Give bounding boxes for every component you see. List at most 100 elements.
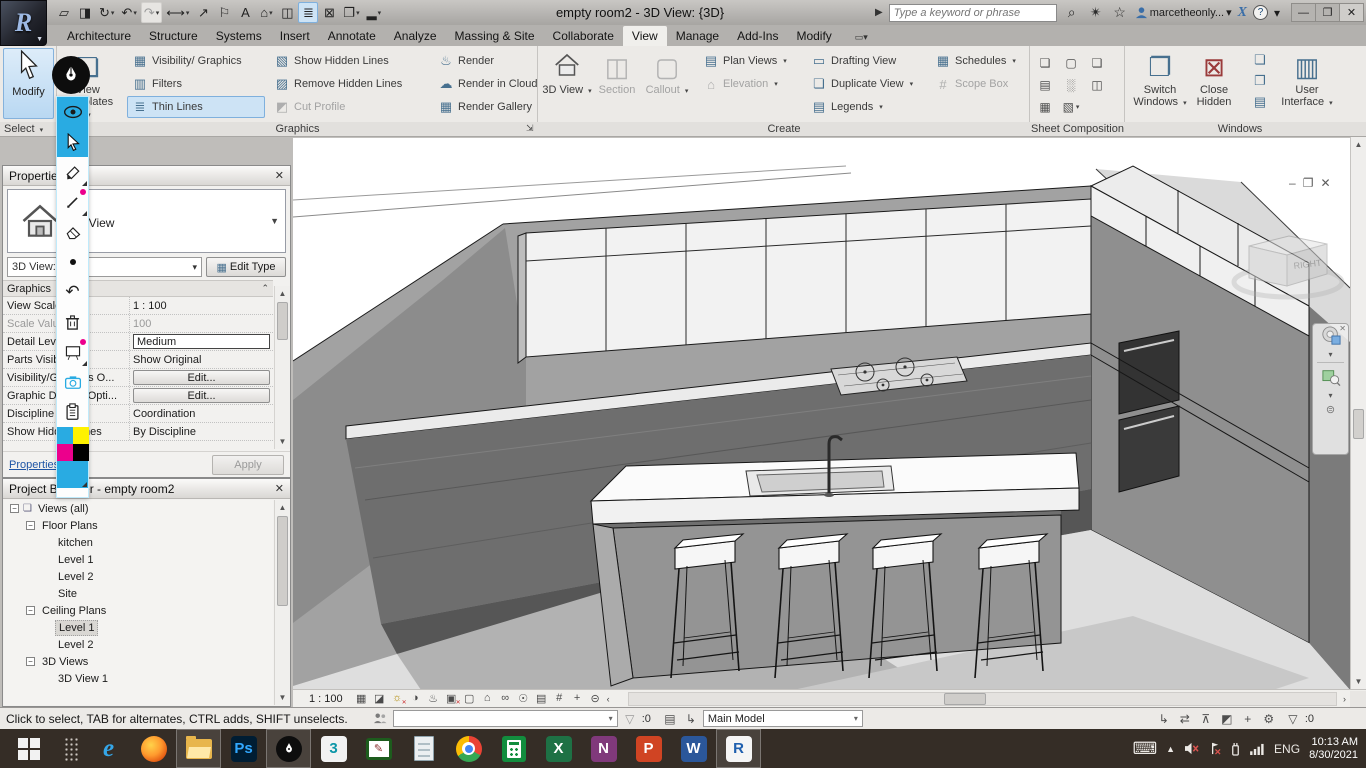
tree-expander-icon[interactable]: − [26,521,35,530]
epic-pen-cursor-icon[interactable] [57,127,88,157]
view-close-icon[interactable]: ✕ [1320,176,1330,190]
navigation-bar[interactable]: ✕ ▾ ▾ ⊜ [1312,323,1349,455]
detail-level-icon[interactable]: ▦ [354,692,369,705]
rendering-dialog-icon[interactable]: ♨ [426,692,441,705]
taskbar-file-explorer[interactable] [176,729,221,768]
tree-item-label[interactable]: 3D Views [39,655,91,669]
filters-button[interactable]: ▥ Filters [127,73,265,95]
property-row[interactable]: Discipline Coordination [3,405,273,423]
properties-help-link[interactable]: Properties [9,459,59,471]
property-value[interactable]: Edit... [129,387,273,404]
qat-save-icon[interactable]: ◨ [75,2,95,23]
temporary-view-properties-icon[interactable]: ▤ [534,692,549,705]
property-value[interactable]: Coordination [129,405,273,422]
switch-windows-button[interactable]: ❐ Switch Windows ▾ [1133,48,1187,120]
duplicate-view-button[interactable]: ❏ Duplicate View ▾ [806,73,930,95]
account-menu[interactable]: marcetheonly... ▾ [1135,6,1232,19]
close-icon[interactable]: ✕ [275,482,284,495]
color-swatch-0[interactable] [57,427,73,444]
property-row[interactable]: Graphic Display Opti...Edit... [3,387,273,405]
qat-undo-icon[interactable]: ↶ ▾ [118,2,139,23]
view-restore-icon[interactable]: ❐ [1303,176,1314,190]
tab-collaborate[interactable]: Collaborate [544,26,623,46]
guide-grid-icon[interactable]: ░ [1062,74,1080,96]
tab-manage[interactable]: Manage [667,26,728,46]
scope-box-button[interactable]: # Scope Box [930,73,1028,95]
favorites-star-icon[interactable]: ☆ [1111,4,1129,21]
tree-item-label[interactable]: Level 1 [55,553,96,567]
property-value[interactable]: 100 [129,315,273,332]
select-by-face-icon[interactable]: ◩ [1218,712,1236,726]
apply-button[interactable]: Apply [212,454,284,475]
tree-item-label[interactable]: Site [55,587,80,601]
tree-item-label[interactable]: kitchen [55,536,96,550]
reveal-constraints-icon[interactable]: ⊝ [588,692,603,705]
viewports-icon[interactable]: ▦ [1036,96,1054,118]
taskbar-notepad[interactable] [401,729,446,768]
schedules-button[interactable]: ▦ Schedules ▾ [930,50,1028,72]
tab-insert[interactable]: Insert [271,26,319,46]
tree-item[interactable]: 3D View 1 [4,670,273,687]
tree-item-label[interactable]: 3D View 1 [55,672,111,686]
epic-pen-undo-icon[interactable]: ↶ [57,277,88,307]
epic-pen-clipboard-icon[interactable] [57,397,88,427]
qat-switch-windows-icon[interactable]: ❐ ▾ [340,2,362,23]
taskbar-chrome[interactable] [446,729,491,768]
taskbar-excel[interactable]: X [536,729,581,768]
taskbar-onenote[interactable]: N [581,729,626,768]
plan-views-button[interactable]: ▤ Plan Views ▾ [698,50,802,72]
temporary-hide-isolate-icon[interactable]: ∞ [498,692,513,705]
epic-pen-highlighter-icon[interactable] [57,157,88,187]
tree-expander-icon[interactable]: − [10,504,19,513]
scroll-right-icon[interactable]: › [1339,694,1350,704]
epic-pen-pen-icon[interactable] [57,187,88,217]
tree-item[interactable]: −3D Views [4,653,273,670]
type-selector[interactable]: 3D View ▼ [7,189,286,253]
language-indicator[interactable]: ENG [1274,742,1300,756]
tree-item-label[interactable]: Level 2 [55,570,96,584]
navbar-dropdown-icon[interactable]: ▾ [1313,348,1348,360]
edit-button[interactable]: Edit... [133,370,270,385]
new-sheet-icon[interactable]: ❏ [1036,52,1054,74]
locked-3d-icon[interactable]: ⌂ [480,692,495,705]
callout-button[interactable]: ▢ Callout ▾ [642,48,692,120]
tree-item-label[interactable]: Level 1 [55,619,99,636]
qat-tag-icon[interactable]: ⚐ [214,2,234,23]
tree-item-label[interactable]: Floor Plans [39,519,101,533]
epic-pen-trash-icon[interactable] [57,307,88,337]
tab-structure[interactable]: Structure [140,26,207,46]
property-value-editing[interactable]: Medium [133,334,270,349]
scroll-left-icon[interactable]: ‹ [603,694,614,704]
vertical-scrollbar-thumb[interactable] [1353,409,1364,439]
worksets-icon[interactable] [372,712,390,725]
application-menu-button[interactable]: R ▼ [0,0,47,46]
qat-default-3d-view-icon[interactable]: ⌂ ▾ [256,2,276,23]
drag-on-selection-icon[interactable]: + [1239,712,1257,726]
property-row[interactable]: Detail Level Medium [3,333,273,351]
tab-analyze[interactable]: Analyze [385,26,446,46]
sun-path-icon[interactable]: ☼ ✕ [390,692,407,706]
legends-button[interactable]: ▤ Legends ▾ [806,96,930,118]
qat-customize-qat-icon[interactable]: ▂ ▾ [364,2,385,23]
property-row[interactable]: Parts Visibility Show Original [3,351,273,369]
color-swatch-1[interactable] [73,427,89,444]
property-value[interactable]: By Discipline [129,423,273,440]
modify-tool-button[interactable]: Modify [3,48,54,119]
exchange-apps-icon[interactable]: X [1238,5,1247,21]
reveal-hidden-icon[interactable]: ☉ [516,692,531,705]
title-block-icon[interactable]: ▢ [1062,52,1080,74]
tile-windows-button[interactable]: ▤ [1247,92,1271,112]
view-reference-icon[interactable]: ▧ ▾ [1062,96,1080,118]
qat-aligned-dimension-icon[interactable]: ↗ [193,2,213,23]
taskbar-clock[interactable]: 10:13 AM 8/30/2021 [1309,736,1358,762]
view-scale-button[interactable]: 1 : 100 [309,693,343,705]
select-links-icon[interactable]: ↳ [1155,712,1173,726]
exclude-options-icon[interactable]: ↳ [682,712,700,726]
tree-item[interactable]: Level 2 [4,568,273,585]
select-panel-label[interactable]: Select ▾ [4,123,54,135]
property-value[interactable]: Edit... [129,369,273,386]
select-underlay-icon[interactable]: ⇄ [1176,712,1194,726]
epic-pen-eraser-icon[interactable] [57,217,88,247]
epic-pen-logo[interactable] [52,56,90,94]
property-row[interactable]: Show Hidden Lines By Discipline [3,423,273,441]
